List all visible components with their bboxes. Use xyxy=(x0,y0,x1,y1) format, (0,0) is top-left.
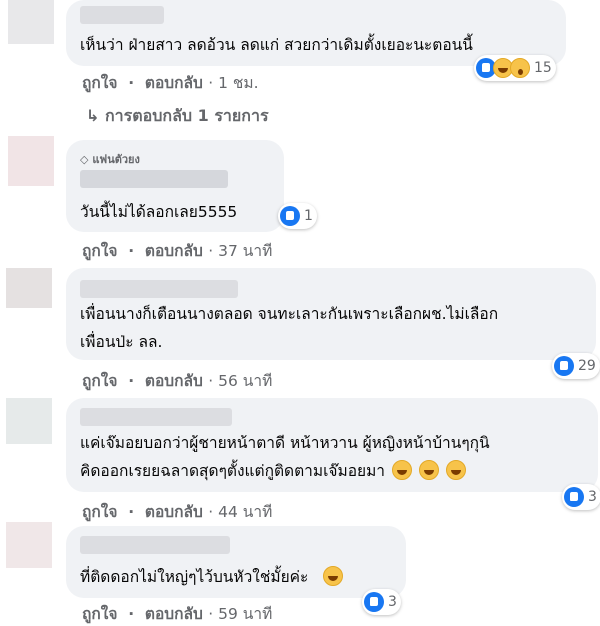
avatar[interactable] xyxy=(8,136,54,186)
comment-actions: ถูกใจ · ตอบกลับ · 56 นาที xyxy=(82,372,273,390)
like-button[interactable]: ถูกใจ xyxy=(82,242,117,260)
wow-icon xyxy=(510,58,530,78)
avatar[interactable] xyxy=(6,268,52,308)
like-button[interactable]: ถูกใจ xyxy=(82,503,117,521)
comment-actions: ถูกใจ · ตอบกลับ · 37 นาที xyxy=(82,242,273,260)
reaction-count: 3 xyxy=(388,594,397,610)
smile-emoji-icon xyxy=(323,566,344,586)
comment-text: แค่เจ๊มอยบอกว่าผู้ชายหน้าตาดี หน้าหวาน ผ… xyxy=(80,434,490,452)
laughing-emoji-icon xyxy=(418,460,439,480)
timestamp[interactable]: · 37 นาที xyxy=(208,242,272,260)
comment-actions: ถูกใจ · ตอบกลับ · 59 นาที xyxy=(82,605,273,623)
view-replies-link[interactable]: ↳ การตอบกลับ 1 รายการ xyxy=(86,104,269,129)
reaction-count: 29 xyxy=(578,358,596,374)
avatar[interactable] xyxy=(6,522,52,568)
comment-bubble: เพื่อนนางก็เตือนนางตลอด จนทะเลาะกันเพราะ… xyxy=(66,268,596,360)
reaction-summary[interactable]: 3 xyxy=(362,589,401,615)
comment-text-with-emoji: ที่ติดดอกไม่ใหญ่ๆไว้บนหัวใช่มั้ยค่ะ xyxy=(80,562,344,592)
timestamp[interactable]: · 44 นาที xyxy=(208,503,272,521)
comment-actions: ถูกใจ · ตอบกลับ · 44 นาที xyxy=(82,503,273,521)
like-icon xyxy=(564,487,584,507)
reply-button[interactable]: ตอบกลับ xyxy=(145,242,203,260)
commenter-name-blurred[interactable] xyxy=(80,536,230,554)
like-icon xyxy=(554,356,574,376)
avatar[interactable] xyxy=(6,398,52,444)
like-icon xyxy=(364,592,384,612)
reply-button[interactable]: ตอบกลับ xyxy=(145,605,203,623)
commenter-name-blurred[interactable] xyxy=(80,408,232,426)
comment-actions: ถูกใจ · ตอบกลับ · 1 ชม. xyxy=(82,74,259,92)
comment-text: วันนี้ไม่ได้ลอกเลย5555 xyxy=(80,203,238,221)
reaction-summary[interactable]: 29 xyxy=(552,353,600,379)
like-icon xyxy=(280,206,300,226)
reaction-summary[interactable]: 3 xyxy=(562,484,600,510)
like-button[interactable]: ถูกใจ xyxy=(82,605,117,623)
comment-bubble: ◇ แฟนตัวยง วันนี้ไม่ได้ลอกเลย5555 xyxy=(66,140,284,232)
comment-text-with-emoji: คิดออกเรยยฉลาดสุดๆตั้งแต่กูติดตามเจ๊มอยม… xyxy=(80,456,466,486)
reaction-count: 1 xyxy=(304,208,313,224)
reply-button[interactable]: ตอบกลับ xyxy=(145,503,203,521)
diamond-icon: ◇ xyxy=(80,153,89,166)
commenter-name-blurred[interactable] xyxy=(80,280,238,298)
reaction-summary[interactable]: 1 xyxy=(278,203,317,229)
timestamp[interactable]: · 1 ชม. xyxy=(208,74,258,92)
comment-text: เพื่อนนางก็เตือนนางตลอด จนทะเลาะกันเพราะ… xyxy=(80,305,499,323)
like-button[interactable]: ถูกใจ xyxy=(82,372,117,390)
timestamp[interactable]: · 59 นาที xyxy=(208,605,272,623)
reaction-summary[interactable]: 15 xyxy=(474,55,556,81)
reaction-count: 3 xyxy=(588,489,597,505)
reply-button[interactable]: ตอบกลับ xyxy=(145,372,203,390)
avatar[interactable] xyxy=(8,0,54,44)
reaction-count: 15 xyxy=(534,60,552,76)
commenter-name-blurred[interactable] xyxy=(80,6,164,24)
commenter-name-blurred[interactable] xyxy=(80,170,228,188)
reply-button[interactable]: ตอบกลับ xyxy=(145,74,203,92)
like-button[interactable]: ถูกใจ xyxy=(82,74,117,92)
top-fan-badge: ◇ แฟนตัวยง xyxy=(80,153,140,166)
timestamp[interactable]: · 56 นาที xyxy=(208,372,272,390)
laughing-emoji-icon xyxy=(445,460,466,480)
comment-text: เห็นว่า ฝ่ายสาว ลดอ้วน ลดแก่ สวยกว่าเดิม… xyxy=(80,36,473,54)
comment-bubble: ที่ติดดอกไม่ใหญ่ๆไว้บนหัวใช่มั้ยค่ะ xyxy=(66,526,406,598)
comment-bubble: แค่เจ๊มอยบอกว่าผู้ชายหน้าตาดี หน้าหวาน ผ… xyxy=(66,398,598,492)
laughing-emoji-icon xyxy=(391,460,412,480)
comment-text: เพื่อนป่ะ ลล. xyxy=(80,333,163,351)
